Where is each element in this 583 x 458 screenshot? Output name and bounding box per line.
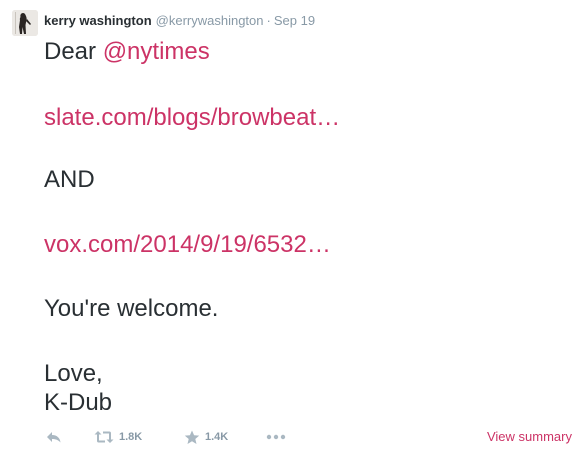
favorite-button[interactable]: 1.4K (184, 428, 228, 446)
love-text: Love, (44, 360, 103, 387)
conjunction-line: AND (44, 166, 95, 194)
header-separator: · (266, 13, 271, 28)
reply-icon (47, 432, 61, 443)
avatar-image (12, 10, 38, 36)
mention-link[interactable]: @nytimes (103, 38, 210, 65)
signature-text: K-Dub (44, 389, 113, 416)
conjunction-text: AND (44, 166, 95, 193)
more-dots-icon (266, 434, 286, 440)
link-line-1: slate.com/blogs/browbeat… (44, 104, 340, 132)
signature-line: K-Dub (44, 389, 112, 417)
url-link-slate[interactable]: slate.com/blogs/browbeat… (44, 104, 340, 131)
love-line: Love, (44, 360, 103, 388)
retweet-button[interactable]: 1.8K (94, 428, 142, 446)
closing-text: You're welcome. (44, 295, 219, 322)
tweet-actions: 1.8K 1.4K View summary (44, 428, 572, 448)
closing-line: You're welcome. (44, 295, 218, 323)
more-button[interactable] (266, 428, 286, 446)
star-icon (184, 430, 200, 444)
url-link-vox[interactable]: vox.com/2014/9/19/6532… (44, 231, 331, 258)
favorite-count: 1.4K (205, 431, 229, 443)
tweet-timestamp[interactable]: Sep 19 (274, 13, 315, 28)
tweet-header: kerry washington @kerrywashington · Sep 19 (44, 12, 315, 29)
greeting-text: Dear (44, 38, 103, 65)
retweet-icon (94, 431, 114, 443)
author-username[interactable]: @kerrywashington (156, 13, 264, 28)
greeting-line: Dear @nytimes (44, 38, 210, 66)
reply-button[interactable] (46, 428, 62, 446)
view-summary-link[interactable]: View summary (487, 429, 572, 444)
retweet-count: 1.8K (119, 431, 143, 443)
link-line-2: vox.com/2014/9/19/6532… (44, 231, 331, 259)
author-fullname[interactable]: kerry washington (44, 13, 152, 28)
avatar[interactable] (12, 10, 38, 36)
